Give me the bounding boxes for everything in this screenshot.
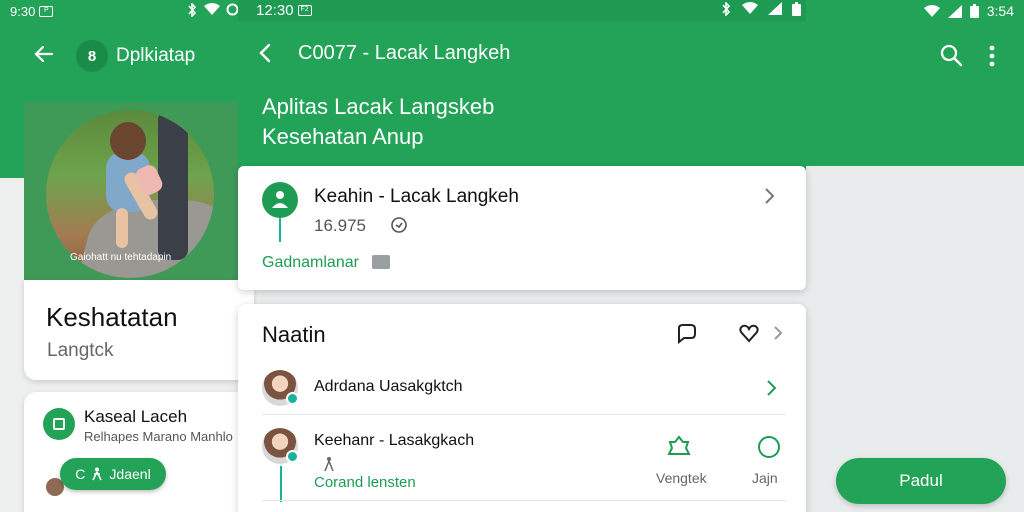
back-arrow-icon[interactable] <box>32 42 56 66</box>
search-icon[interactable] <box>938 42 964 68</box>
list-item[interactable]: Adrdana Uasakgktch <box>238 368 806 416</box>
left-app-title: Dplkiatap <box>116 45 196 66</box>
pill-label: Jdaenl <box>109 466 151 482</box>
battery-icon <box>969 4 979 18</box>
activity-card-title: Kaseal Laceh <box>84 407 188 426</box>
signal-icon <box>768 2 782 15</box>
timeline-connector <box>279 218 281 242</box>
app-logo-icon: 8 <box>76 40 108 72</box>
left-status-time: 9:30 <box>10 4 36 19</box>
left-status-icons <box>186 3 239 17</box>
list-item-title: Adrdana Uasakgktch <box>314 378 463 395</box>
chevron-right-icon[interactable] <box>772 324 784 342</box>
bluetooth-icon <box>188 3 197 17</box>
back-arrow-icon[interactable] <box>252 40 278 66</box>
status-circle-icon[interactable] <box>758 436 780 458</box>
bluetooth-icon <box>722 2 731 16</box>
step-tracker-card[interactable]: Keahin - Lacak Langkeh 16.975 Gadnamlana… <box>238 166 806 290</box>
status-dot <box>286 450 299 463</box>
activity-card[interactable]: Kaseal Laceh Relhapes Marano Manhlo C Jd… <box>24 392 254 512</box>
status-dot <box>286 392 299 405</box>
walker-icon <box>262 182 298 218</box>
right-status-bar: 3:54 <box>923 3 1014 19</box>
header-title: Aplitas Lacak Langskeb <box>262 94 495 119</box>
right-status-time: 3:54 <box>986 3 1014 19</box>
divider <box>262 500 786 501</box>
pill-prefix: C <box>75 466 86 482</box>
header-subtitle: Kesehatan Anup <box>262 124 424 149</box>
steps-label: Vengtek <box>656 470 707 486</box>
left-status-badge: P <box>39 6 54 17</box>
divider <box>262 414 786 415</box>
signal-icon <box>947 4 962 18</box>
profile-photo-card: Gaiohatt nu tehtadapin <box>24 102 260 280</box>
more-vert-icon[interactable] <box>988 44 996 68</box>
steps-icon[interactable] <box>666 434 692 458</box>
chat-icon[interactable] <box>676 322 698 344</box>
health-card-title: Keshatatan <box>46 302 178 332</box>
activity-list-title: Naatin <box>262 322 326 347</box>
battery-icon <box>792 2 801 16</box>
left-status-bar: 9:30 P <box>10 4 54 19</box>
background-app-right-header: 3:54 <box>790 0 1024 166</box>
list-item-subtitle: Corand lensten <box>314 474 416 491</box>
step-card-title: Keahin - Lacak Langkeh <box>314 186 519 207</box>
chevron-right-icon[interactable] <box>764 378 778 398</box>
step-card-link[interactable]: Gadnamlanar <box>262 254 359 272</box>
main-status-badge: F2 <box>297 5 312 16</box>
main-status-bar: 12:30 F2 <box>238 0 806 22</box>
wifi-icon <box>742 2 758 14</box>
main-app-window: 12:30 F2 C0077 - Lacak Langkeh Aplitas L… <box>238 0 995 512</box>
activity-list-card: Naatin Adrdana Uasakgktch Keehanr - Lasa… <box>238 304 806 512</box>
chevron-right-icon[interactable] <box>762 186 776 206</box>
timeline-connector <box>280 466 282 502</box>
wifi-icon <box>923 4 940 17</box>
status-circle-label: Jajn <box>752 470 778 486</box>
walker-icon <box>92 467 103 481</box>
heart-icon[interactable] <box>738 322 760 344</box>
photo-caption: Gaiohatt nu tehtadapin <box>70 252 172 263</box>
background-app-left: 9:30 P 8 Dplkiatap Gaiohatt nu tehtadapi… <box>0 0 260 512</box>
schedule-pill-button[interactable]: C Jdaenl <box>60 458 166 490</box>
main-status-time: 12:30 <box>256 2 294 19</box>
activity-card-subtitle: Relhapes Marano Manhlo <box>84 429 233 444</box>
main-app-header: 12:30 F2 C0077 - Lacak Langkeh Aplitas L… <box>238 0 995 190</box>
activity-icon <box>43 408 75 440</box>
list-item-title: Keehanr - Lasakgkach <box>314 432 475 449</box>
primary-action-button[interactable]: Padul <box>836 458 1006 504</box>
toolbar-title: C0077 - Lacak Langkeh <box>298 42 511 64</box>
clock-icon <box>391 217 407 233</box>
wifi-icon <box>204 3 220 15</box>
health-card-subtitle: Langtck <box>47 340 114 361</box>
image-icon <box>372 255 390 269</box>
step-count-value: 16.975 <box>314 216 366 235</box>
health-card[interactable]: Keshatatan Langtck <box>24 280 254 380</box>
walker-icon <box>324 457 334 472</box>
